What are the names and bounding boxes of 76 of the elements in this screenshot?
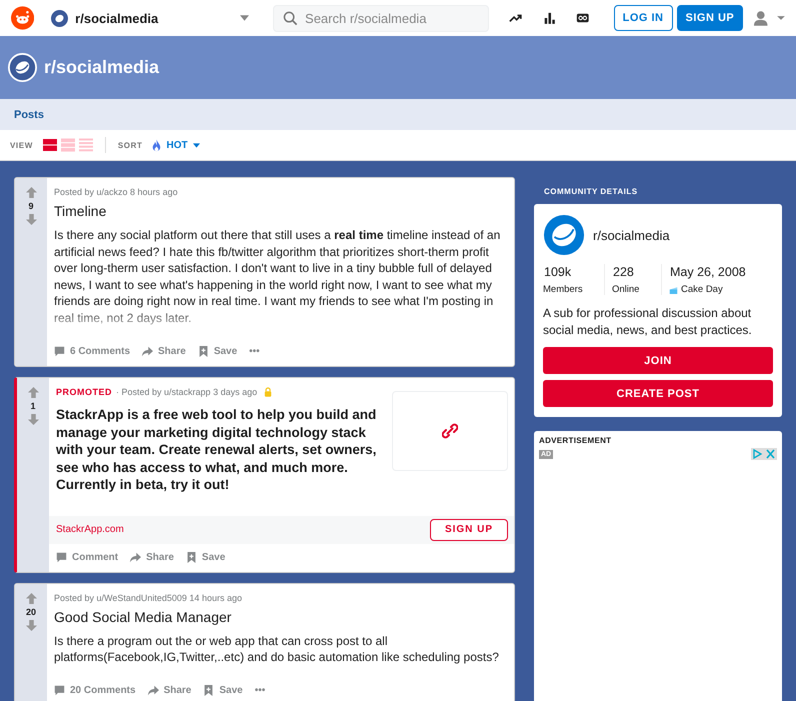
share-icon bbox=[142, 346, 154, 356]
community-switcher[interactable]: r/socialmedia bbox=[51, 10, 250, 26]
login-button[interactable]: LOG IN bbox=[614, 5, 673, 31]
community-action-button[interactable]: CREATE POST bbox=[543, 380, 773, 407]
save-button[interactable]: Save bbox=[198, 346, 238, 356]
caret-icon bbox=[192, 142, 200, 148]
more-button[interactable]: ••• bbox=[254, 685, 266, 696]
user-menu-icon[interactable] bbox=[753, 10, 786, 26]
cta-signup-button[interactable]: SIGN UP bbox=[430, 518, 508, 540]
caret-icon bbox=[240, 15, 250, 21]
upvote-icon[interactable] bbox=[26, 592, 36, 604]
lock-icon bbox=[264, 387, 272, 397]
sort-dropdown[interactable]: HOT bbox=[152, 138, 200, 152]
comments-button[interactable]: 20 Comments bbox=[54, 685, 136, 696]
share-button[interactable]: Share bbox=[148, 685, 192, 696]
post-meta: Posted by u/WeStandUnited5009 14 hours ago bbox=[54, 592, 242, 602]
section-heading: COMMUNITY DETAILS bbox=[543, 186, 639, 198]
ad-heading: ADVERTISEMENT bbox=[539, 436, 612, 445]
upvote-icon[interactable] bbox=[26, 187, 36, 198]
post-title[interactable]: Timeline bbox=[54, 203, 508, 219]
link-icon bbox=[442, 423, 458, 439]
chat-box-icon[interactable] bbox=[576, 11, 590, 25]
community-action-button[interactable]: JOIN bbox=[543, 347, 773, 374]
community-description: A sub for professional discussion about social media, news, and best practices. bbox=[543, 305, 753, 339]
more-button[interactable]: ••• bbox=[249, 346, 260, 356]
sort-label: SORT bbox=[118, 140, 142, 150]
upvote-icon[interactable] bbox=[28, 387, 38, 398]
domain-link[interactable]: StackrApp.com bbox=[56, 524, 124, 535]
flame-icon bbox=[152, 138, 162, 152]
community-icon bbox=[51, 10, 68, 26]
community-title: r/socialmedia bbox=[44, 57, 160, 78]
community-name: r/socialmedia bbox=[593, 228, 670, 242]
signup-button[interactable]: SIGN UP bbox=[676, 5, 744, 31]
stat-label: Online bbox=[612, 284, 640, 295]
view-mode-icon[interactable] bbox=[42, 138, 57, 152]
post-title[interactable]: Good Social Media Manager bbox=[54, 608, 508, 624]
vote-count: 1 bbox=[30, 401, 36, 411]
share-icon bbox=[130, 552, 142, 563]
search-field[interactable]: Search r/socialmedia bbox=[273, 4, 490, 32]
downvote-icon[interactable] bbox=[28, 414, 38, 425]
community-icon bbox=[8, 53, 37, 82]
comments-button[interactable]: Comment bbox=[56, 552, 118, 563]
comment-icon bbox=[56, 552, 67, 563]
promoted-label: PROMOTED bbox=[56, 387, 112, 397]
post-meta: Posted by u/ackzo 8 hours ago bbox=[54, 187, 178, 197]
stat-value: 228 bbox=[612, 264, 635, 281]
logo-icon[interactable] bbox=[11, 6, 34, 30]
community-icon bbox=[543, 214, 585, 256]
ad-choices-icon[interactable] bbox=[751, 448, 777, 460]
post-title[interactable]: StackrApp is a free web tool to help you build and manage your marketing digital technology stack with your team. Create renewal alerts, set owners, see who has access to what, and much more. Currently in beta, try it out! bbox=[56, 406, 380, 494]
vote-count: 20 bbox=[26, 606, 36, 616]
downvote-icon[interactable] bbox=[26, 214, 36, 225]
comments-button[interactable]: 6 Comments bbox=[54, 346, 130, 356]
stat-label: Members bbox=[543, 284, 583, 295]
stat-value: May 26, 2008 bbox=[669, 264, 747, 281]
bookmark-icon bbox=[198, 346, 209, 356]
post-body: Is there any social platform out there that still uses a real time timeline instead of an artificial news feed? I hate this fb/twitter algorithm that prioritizes short-therm profit over long-therm user satisfaction. I don't want to live in a tiny bubble full of delayed news, I want to see what's happening in the world right now, I want to see what my friends are doing right now in real time. I want my friends to see what I'm posting in real time, not 2 days later. bbox=[54, 227, 502, 326]
tab[interactable]: Posts bbox=[14, 102, 44, 126]
comment-icon bbox=[54, 346, 65, 356]
bookmark-icon bbox=[203, 685, 214, 696]
view-label: VIEW bbox=[10, 140, 33, 150]
link-thumbnail[interactable] bbox=[392, 391, 508, 471]
stat-label: Cake Day bbox=[681, 284, 723, 295]
vote-count: 9 bbox=[28, 201, 34, 211]
save-button[interactable]: Save bbox=[186, 552, 226, 563]
share-button[interactable]: Share bbox=[142, 346, 186, 356]
share-icon bbox=[148, 685, 159, 696]
post-meta: · Posted by u/stackrapp 3 days ago bbox=[116, 387, 258, 397]
bookmark-icon bbox=[186, 552, 197, 563]
save-button[interactable]: Save bbox=[203, 685, 243, 696]
comment-icon bbox=[54, 685, 65, 696]
downvote-icon[interactable] bbox=[26, 620, 36, 630]
stat-value: 109k bbox=[543, 264, 572, 281]
bar-chart-icon[interactable] bbox=[542, 11, 556, 25]
post-body: Is there a program out the or web app that can cross post to all platforms(Facebook,IG,Twitter,..etc) and do basic automation like scheduling posts? bbox=[54, 632, 500, 666]
share-button[interactable]: Share bbox=[130, 552, 174, 563]
